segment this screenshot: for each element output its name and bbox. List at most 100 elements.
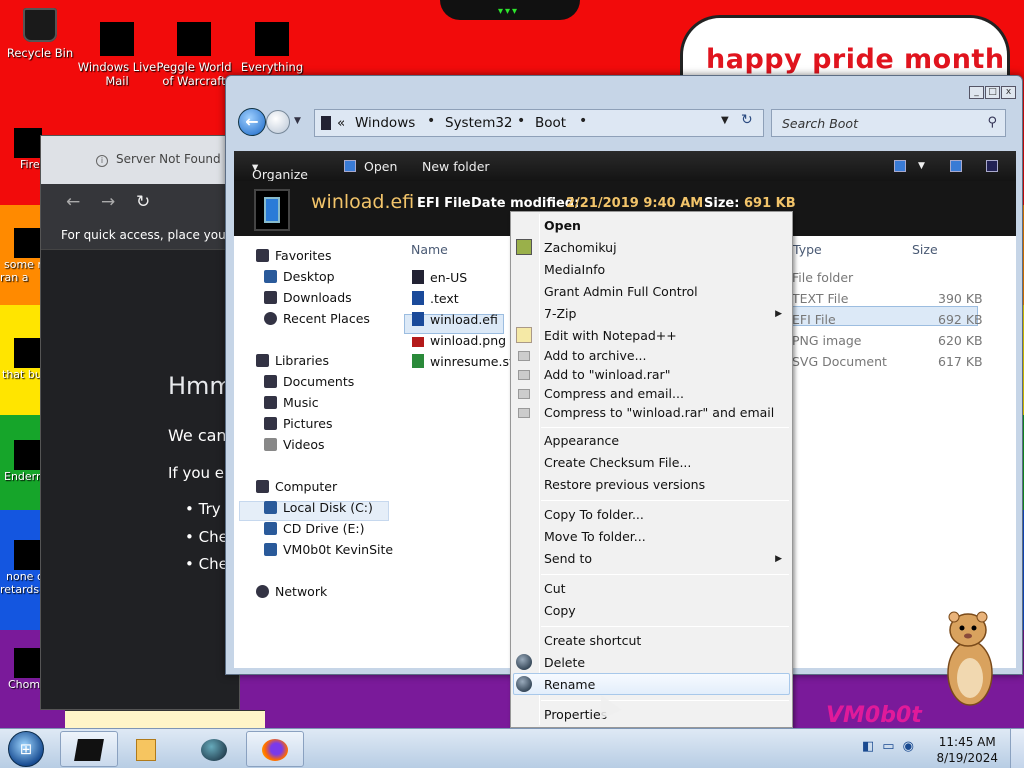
menu-cut[interactable]: Cut: [544, 581, 566, 596]
breadcrumb-boot[interactable]: Boot: [535, 115, 566, 131]
back-button[interactable]: ←: [238, 108, 266, 136]
menu-move-to[interactable]: Move To folder...: [544, 529, 646, 544]
search-icon[interactable]: ⚲: [987, 115, 997, 130]
browser-tab[interactable]: i Server Not Found: [96, 152, 221, 167]
breadcrumb[interactable]: « Windows • System32 • Boot •: [314, 109, 764, 137]
video-icon: [264, 438, 277, 451]
menu-open[interactable]: Open: [544, 218, 581, 233]
download-icon: [264, 291, 277, 304]
nav-vm-site[interactable]: VM0b0t KevinSite: [264, 542, 393, 557]
clock[interactable]: 11:45 AM 8/19/2024: [936, 734, 998, 766]
breadcrumb-separator-icon[interactable]: •: [517, 113, 525, 129]
menu-add-rar[interactable]: Add to "winload.rar": [544, 367, 670, 382]
column-size[interactable]: Size: [912, 242, 938, 257]
open-button[interactable]: Open: [364, 159, 397, 174]
recent-icon: [264, 312, 277, 325]
breadcrumb-windows[interactable]: Windows: [355, 115, 415, 131]
file-row[interactable]: winload.efi: [412, 312, 498, 327]
nav-desktop[interactable]: Desktop: [264, 269, 335, 284]
clock-date: 8/19/2024: [936, 751, 998, 765]
column-type[interactable]: Type: [793, 242, 822, 257]
column-name[interactable]: Name: [411, 242, 448, 257]
desktop-icon-fire[interactable]: Fire: [0, 128, 45, 171]
organize-button[interactable]: Organize ▾: [252, 159, 308, 182]
nav-network[interactable]: Network: [256, 584, 327, 599]
menu-grant-admin[interactable]: Grant Admin Full Control: [544, 284, 698, 299]
menu-delete[interactable]: Delete: [544, 655, 585, 670]
menu-add-archive[interactable]: Add to archive...: [544, 348, 647, 363]
menu-create-shortcut[interactable]: Create shortcut: [544, 633, 641, 648]
taskbar-firefox-button[interactable]: [246, 731, 304, 767]
nav-libraries[interactable]: Libraries: [256, 353, 329, 368]
menu-copy[interactable]: Copy: [544, 603, 576, 618]
nav-pictures[interactable]: Pictures: [264, 416, 333, 431]
menu-restore[interactable]: Restore previous versions: [544, 477, 705, 492]
taskbar-media-button[interactable]: [120, 731, 178, 767]
desktop-icon-ender[interactable]: Endern: [0, 440, 45, 483]
desktop-icon-recycle-bin[interactable]: Recycle Bin: [0, 8, 80, 60]
menu-mediainfo[interactable]: MediaInfo: [544, 262, 605, 277]
led-icon: ▾▾▾: [498, 6, 520, 17]
nav-downloads[interactable]: Downloads: [264, 290, 352, 305]
desktop-icon-none[interactable]: none o retards: [0, 540, 45, 596]
menu-copy-to[interactable]: Copy To folder...: [544, 507, 644, 522]
new-folder-button[interactable]: New folder: [422, 159, 490, 174]
close-button[interactable]: x: [1001, 86, 1016, 99]
nav-music[interactable]: Music: [264, 395, 319, 410]
menu-appearance[interactable]: Appearance: [544, 433, 619, 448]
file-row[interactable]: en-US: [412, 270, 467, 285]
forward-icon[interactable]: →: [101, 192, 115, 212]
menu-checksum[interactable]: Create Checksum File...: [544, 455, 691, 470]
breadcrumb-separator-icon[interactable]: •: [579, 113, 587, 129]
start-button[interactable]: ⊞: [8, 731, 44, 767]
reload-icon[interactable]: ↻: [136, 192, 150, 212]
help-icon[interactable]: [986, 160, 998, 172]
nav-recent-places[interactable]: Recent Places: [264, 311, 370, 326]
browser-window[interactable]: i Server Not Found ← → ↻ For quick access…: [40, 135, 240, 710]
refresh-icon[interactable]: ↻: [741, 112, 753, 128]
nav-documents[interactable]: Documents: [264, 374, 354, 389]
nav-videos[interactable]: Videos: [264, 437, 325, 452]
breadcrumb-separator-icon[interactable]: •: [427, 113, 435, 129]
back-icon[interactable]: ←: [66, 192, 80, 212]
taskbar-explorer-button[interactable]: [60, 731, 118, 767]
file-size: 620 KB: [938, 333, 983, 348]
file-row[interactable]: winload.png: [412, 333, 506, 348]
menu-notepad[interactable]: Edit with Notepad++: [544, 328, 677, 343]
desktop-icon-some[interactable]: some r ran a: [0, 228, 45, 284]
nav-cd-drive[interactable]: CD Drive (E:): [264, 521, 365, 536]
desktop-icon-everything[interactable]: Everything: [232, 22, 312, 74]
forward-button[interactable]: [266, 110, 290, 134]
view-icon[interactable]: [894, 160, 906, 172]
show-desktop-button[interactable]: [1010, 729, 1024, 768]
desktop-icon-label: Recycle Bin: [6, 46, 74, 60]
menu-send-to[interactable]: Send to: [544, 551, 592, 566]
nav-local-disk[interactable]: Local Disk (C:): [264, 500, 373, 515]
view-dropdown-icon[interactable]: ▼: [918, 161, 925, 171]
file-row[interactable]: .text: [412, 291, 459, 306]
menu-7zip[interactable]: 7-Zip: [544, 306, 576, 321]
maximize-button[interactable]: □: [985, 86, 1000, 99]
svg-file-icon: [412, 354, 424, 368]
search-input[interactable]: Search Boot ⚲: [771, 109, 1006, 137]
nav-favorites[interactable]: Favorites: [256, 248, 331, 263]
menu-compress-email[interactable]: Compress and email...: [544, 386, 684, 401]
nav-computer[interactable]: Computer: [256, 479, 337, 494]
file-row[interactable]: winresume.svg: [412, 354, 524, 369]
mail-icon: [100, 22, 134, 56]
desktop-icon-that[interactable]: that bu: [0, 338, 45, 381]
menu-rename[interactable]: Rename: [544, 677, 595, 692]
taskbar-globe-button[interactable]: [185, 731, 243, 767]
efi-file-icon: [412, 312, 424, 326]
address-dropdown-icon[interactable]: ▼: [721, 115, 729, 126]
history-dropdown-icon[interactable]: ▼: [294, 116, 301, 126]
menu-compress-rar-email[interactable]: Compress to "winload.rar" and email: [544, 405, 774, 420]
desktop-icon-peggle[interactable]: Peggle World of Warcraft: [154, 22, 234, 88]
system-tray[interactable]: ◧▭◉: [862, 739, 922, 754]
desktop-icon-mail[interactable]: Windows Live Mail: [77, 22, 157, 88]
breadcrumb-system32[interactable]: System32: [445, 115, 513, 131]
preview-pane-icon[interactable]: [950, 160, 962, 172]
desktop-icon-chom[interactable]: Chom: [0, 648, 45, 691]
menu-zachomikuj[interactable]: Zachomikuj: [544, 240, 617, 255]
minimize-button[interactable]: _: [969, 86, 984, 99]
